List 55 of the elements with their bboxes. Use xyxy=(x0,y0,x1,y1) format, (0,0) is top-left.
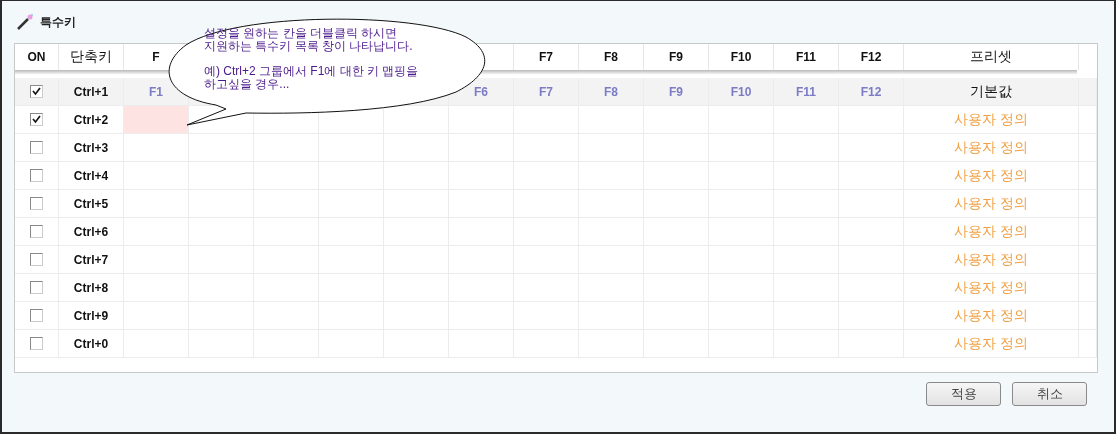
column-header: ON xyxy=(27,50,46,64)
checkbox[interactable] xyxy=(30,85,43,98)
column-header: F10 xyxy=(730,50,752,64)
mapped-key: F12 xyxy=(860,84,882,99)
column-header: 단축키 xyxy=(70,48,112,66)
shortcut-label: Ctrl+1 xyxy=(73,84,109,99)
checkbox[interactable] xyxy=(30,281,43,294)
column-header: F xyxy=(152,50,160,64)
shortcut-label: Ctrl+6 xyxy=(73,224,109,239)
preset-label: 기본값 xyxy=(970,82,1012,101)
shortcut-label: Ctrl+2 xyxy=(73,112,109,127)
column-header: F9 xyxy=(669,50,683,64)
shortcut-label: Ctrl+8 xyxy=(73,280,109,295)
shortcut-label: Ctrl+5 xyxy=(73,196,109,211)
column-header: F11 xyxy=(796,50,816,64)
preset-label: 사용자 정의 xyxy=(954,110,1028,129)
preset-label: 사용자 정의 xyxy=(954,250,1028,269)
checkbox[interactable] xyxy=(30,169,43,182)
preset-label: 사용자 정의 xyxy=(954,194,1028,213)
column-header: F12 xyxy=(860,50,882,64)
checkbox[interactable] xyxy=(30,309,43,322)
preset-label: 사용자 정의 xyxy=(954,138,1028,157)
column-header: 프리셋 xyxy=(970,48,1012,66)
mapped-key: F11 xyxy=(796,84,816,99)
callout-text: 설정을 원하는 칸을 더블클릭 하시면 지원하는 특수키 목록 창이 나타납니다. xyxy=(204,27,414,53)
callout-text: 예) Ctrl+2 그룹에서 F1에 대한 키 맵핑을 하고싶을 경우... xyxy=(204,65,419,91)
mapped-key: F10 xyxy=(730,84,752,99)
shortcut-label: Ctrl+4 xyxy=(73,168,109,183)
preset-label: 사용자 정의 xyxy=(954,334,1028,353)
preset-label: 사용자 정의 xyxy=(954,166,1028,185)
shortcut-label: Ctrl+7 xyxy=(73,252,109,267)
column-header: F8 xyxy=(604,50,618,64)
checkbox[interactable] xyxy=(30,225,43,238)
mapped-key: F9 xyxy=(669,84,683,99)
cancel-button[interactable]: 취소 xyxy=(1012,382,1087,406)
checkbox[interactable] xyxy=(30,113,43,126)
checkbox[interactable] xyxy=(30,253,43,266)
preset-label: 사용자 정의 xyxy=(954,306,1028,325)
window-title: 특수키 xyxy=(40,13,76,31)
mapped-key: F7 xyxy=(539,84,553,99)
checkbox[interactable] xyxy=(30,337,43,350)
mapped-key: F8 xyxy=(604,84,618,99)
checkbox[interactable] xyxy=(30,141,43,154)
shortcut-label: Ctrl+0 xyxy=(73,336,109,351)
shortcut-label: Ctrl+3 xyxy=(73,140,109,155)
selected-cell[interactable] xyxy=(124,106,189,134)
preset-label: 사용자 정의 xyxy=(954,278,1028,297)
mapped-key: F1 xyxy=(149,84,163,99)
column-header: F7 xyxy=(539,50,553,64)
mapped-key: F6 xyxy=(474,84,488,99)
magic-wand-icon xyxy=(16,13,34,31)
apply-button[interactable]: 적용 xyxy=(926,382,1001,406)
shortcut-label: Ctrl+9 xyxy=(73,308,109,323)
preset-label: 사용자 정의 xyxy=(954,222,1028,241)
checkbox[interactable] xyxy=(30,197,43,210)
